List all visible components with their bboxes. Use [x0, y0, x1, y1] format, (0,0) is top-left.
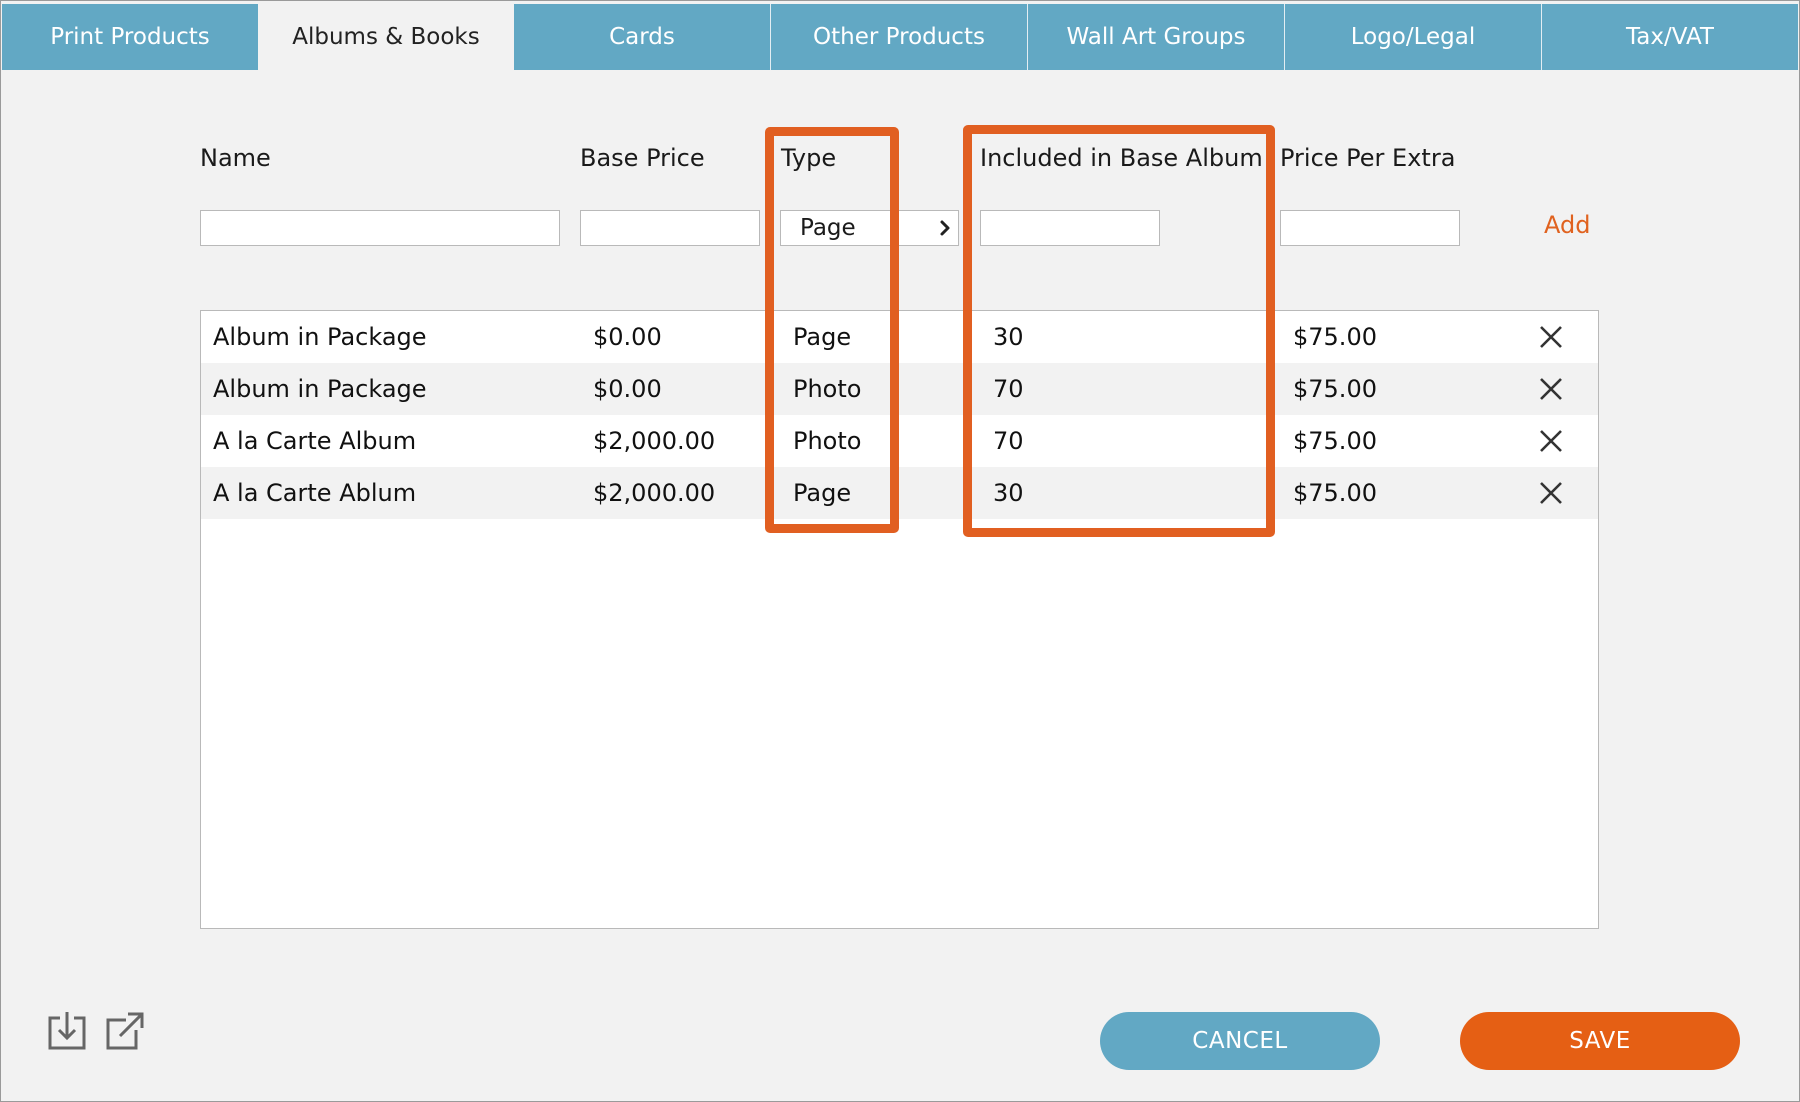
- albums-table: Album in Package $0.00 Page 30 $75.00 Al…: [200, 310, 1599, 929]
- table-row[interactable]: Album in Package $0.00 Photo 70 $75.00: [201, 363, 1598, 415]
- tab-logo-legal[interactable]: Logo/Legal: [1284, 4, 1541, 70]
- close-x-icon[interactable]: [1539, 481, 1563, 505]
- tab-albums-books[interactable]: Albums & Books: [258, 4, 514, 70]
- import-icon[interactable]: [46, 1010, 88, 1052]
- row-price-per-extra: $75.00: [1293, 427, 1377, 455]
- add-button[interactable]: Add: [1544, 211, 1590, 239]
- export-icon[interactable]: [104, 1010, 146, 1052]
- row-base-price: $0.00: [593, 375, 662, 403]
- chevron-right-icon: [940, 220, 950, 236]
- row-name: A la Carte Ablum: [213, 479, 417, 507]
- column-header-price-per-extra: Price Per Extra: [1280, 144, 1456, 172]
- row-price-per-extra: $75.00: [1293, 479, 1377, 507]
- table-row[interactable]: A la Carte Album $2,000.00 Photo 70 $75.…: [201, 415, 1598, 467]
- cancel-button[interactable]: CANCEL: [1100, 1012, 1380, 1070]
- close-x-icon[interactable]: [1539, 429, 1563, 453]
- tab-wall-art-groups[interactable]: Wall Art Groups: [1027, 4, 1284, 70]
- close-x-icon[interactable]: [1539, 377, 1563, 401]
- column-header-base-price: Base Price: [580, 144, 705, 172]
- type-column-highlight: [765, 127, 899, 533]
- column-header-name: Name: [200, 144, 271, 172]
- name-input[interactable]: [200, 210, 560, 246]
- tab-cards[interactable]: Cards: [514, 4, 770, 70]
- tab-print-products[interactable]: Print Products: [2, 4, 258, 70]
- row-name: Album in Package: [213, 375, 427, 403]
- row-name: Album in Package: [213, 323, 427, 351]
- included-column-highlight: [963, 125, 1275, 537]
- tab-tax-vat[interactable]: Tax/VAT: [1541, 4, 1798, 70]
- tab-bar: Print Products Albums & Books Cards Othe…: [2, 4, 1798, 70]
- price-per-extra-input[interactable]: [1280, 210, 1460, 246]
- row-name: A la Carte Album: [213, 427, 417, 455]
- row-base-price: $2,000.00: [593, 479, 716, 507]
- row-price-per-extra: $75.00: [1293, 375, 1377, 403]
- table-row[interactable]: Album in Package $0.00 Page 30 $75.00: [201, 311, 1598, 363]
- row-base-price: $2,000.00: [593, 427, 716, 455]
- close-x-icon[interactable]: [1539, 325, 1563, 349]
- base-price-input[interactable]: [580, 210, 760, 246]
- save-button[interactable]: SAVE: [1460, 1012, 1740, 1070]
- tab-other-products[interactable]: Other Products: [770, 4, 1027, 70]
- row-base-price: $0.00: [593, 323, 662, 351]
- table-row[interactable]: A la Carte Ablum $2,000.00 Page 30 $75.0…: [201, 467, 1598, 519]
- row-price-per-extra: $75.00: [1293, 323, 1377, 351]
